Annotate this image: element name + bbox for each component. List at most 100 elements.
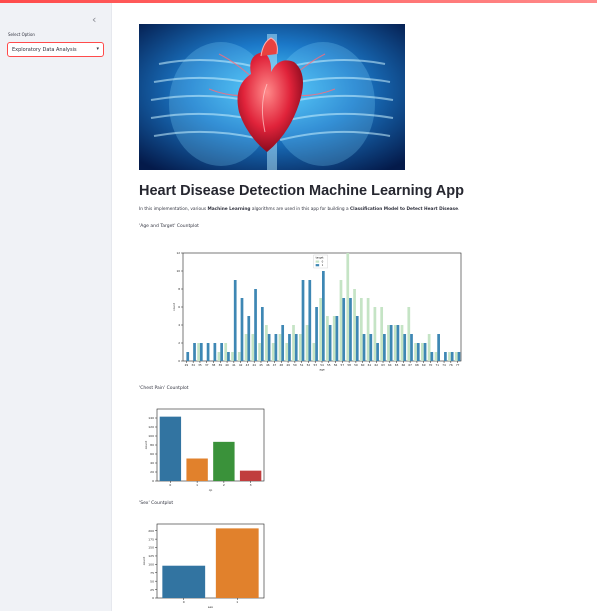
bar-target-0: [278, 334, 282, 361]
x-tick-label: 1: [236, 600, 238, 604]
intro-paragraph: In this implementation, various Machine …: [139, 207, 459, 212]
bar-target-1: [437, 334, 440, 361]
chevron-down-icon: ▾: [96, 46, 99, 52]
bar-target-0: [359, 298, 363, 361]
bar: [213, 441, 235, 481]
x-tick-label: 48: [280, 363, 284, 367]
bar-target-0: [380, 307, 384, 361]
bar-target-1: [389, 325, 393, 361]
select-option-label: Select Option: [8, 32, 35, 37]
bar-target-1: [233, 280, 237, 361]
legend-swatch-0: [315, 260, 320, 263]
x-tick-label: 62: [374, 363, 378, 367]
bar-target-0: [339, 280, 343, 361]
bar-target-1: [220, 343, 224, 361]
bar-target-0: [326, 316, 329, 361]
bar-target-0: [312, 343, 316, 361]
x-tick-label: 54: [320, 363, 324, 367]
option-select[interactable]: Exploratory Data Analysis ▾: [7, 42, 104, 57]
intro-text: .: [458, 207, 460, 212]
bar-target-1: [376, 343, 379, 361]
bar-target-1: [335, 316, 339, 361]
bar-target-1: [355, 316, 359, 361]
x-tick-label: 0: [169, 483, 171, 487]
x-tick-label: 69: [422, 363, 426, 367]
x-tick-label: 59: [354, 363, 358, 367]
y-tick-label: 100: [148, 434, 154, 438]
bar-target-1: [199, 343, 203, 361]
x-tick-label: 44: [252, 363, 256, 367]
bar-target-1: [260, 307, 264, 361]
x-tick-label: 1: [196, 483, 198, 487]
x-tick-label: 51: [300, 363, 304, 367]
bar-target-0: [373, 307, 377, 361]
intro-bold-model: Classification Model to Detect Heart Dis…: [350, 207, 458, 212]
y-tick-label: 125: [148, 554, 154, 558]
bar-target-0: [332, 316, 336, 361]
x-tick-label: 40: [225, 363, 229, 367]
bar-target-1: [227, 352, 230, 361]
x-tick-label: 46: [266, 363, 270, 367]
y-tick-label: 140: [148, 416, 154, 420]
x-tick-label: 58: [347, 363, 351, 367]
bar-target-0: [231, 352, 234, 361]
bar-target-0: [393, 325, 397, 361]
x-tick-label: 63: [381, 363, 385, 367]
bar-target-0: [285, 343, 289, 361]
x-tick-label: 68: [415, 363, 419, 367]
bar-target-0: [271, 343, 275, 361]
y-tick-label: 175: [148, 537, 154, 541]
chevron-left-icon[interactable]: ‹: [92, 13, 96, 26]
bar-target-0: [434, 352, 438, 361]
bar-target-1: [213, 343, 217, 361]
y-tick-label: 150: [148, 546, 154, 550]
x-tick-label: 45: [259, 363, 263, 367]
x-tick-label: 56: [334, 363, 338, 367]
bar-target-0: [265, 325, 268, 361]
x-tick-label: 49: [286, 363, 290, 367]
x-tick-label: 60: [361, 363, 365, 367]
x-tick-label: 39: [219, 363, 223, 367]
age-target-countplot: 02468101229 34 35 37 38 39 40 41 42 43 44 45 46 47 48 4…: [139, 241, 473, 377]
x-tick-label: 57: [341, 363, 345, 367]
x-tick-label: 67: [408, 363, 412, 367]
y-tick-label: 6: [178, 305, 180, 309]
legend-swatch-1: [315, 264, 320, 267]
bar-target-0: [217, 352, 221, 361]
bar-target-0: [197, 343, 200, 361]
x-tick-label: 71: [435, 363, 439, 367]
bar-target-0: [346, 253, 350, 361]
bar: [186, 458, 208, 481]
y-tick-label: 100: [148, 563, 154, 567]
bar-target-1: [301, 280, 305, 361]
y-tick-label: 10: [176, 269, 180, 273]
bar-target-1: [444, 352, 447, 361]
bar-target-0: [305, 325, 309, 361]
y-tick-label: 0: [178, 359, 180, 363]
y-tick-label: 12: [176, 251, 180, 255]
y-tick-label: 60: [150, 452, 154, 456]
bar-target-1: [328, 325, 332, 361]
x-tick-label: 66: [402, 363, 406, 367]
bar-target-1: [281, 325, 285, 361]
bar-target-0: [366, 298, 370, 361]
bar-target-0: [414, 343, 417, 361]
bar-target-0: [319, 298, 322, 361]
bar-target-1: [410, 334, 413, 361]
x-tick-label: 70: [429, 363, 433, 367]
y-axis-label: count: [172, 302, 176, 311]
bar-target-0: [298, 334, 302, 361]
age-countplot-caption: 'Age and Target' Countplot: [139, 224, 199, 229]
bar: [215, 528, 259, 598]
bar-target-0: [244, 334, 248, 361]
x-tick-label: 3: [250, 483, 252, 487]
bar: [162, 565, 206, 598]
x-tick-label: 74: [442, 363, 446, 367]
y-tick-label: 80: [150, 443, 154, 447]
x-tick-label: 43: [246, 363, 250, 367]
sex-countplot: 0 25 50 75 100 125 150 175 200 0 1 sex count: [139, 518, 274, 611]
x-tick-label: 29: [185, 363, 189, 367]
bar-target-1: [430, 352, 434, 361]
y-tick-label: 8: [178, 287, 180, 291]
x-tick-label: 2: [223, 483, 225, 487]
